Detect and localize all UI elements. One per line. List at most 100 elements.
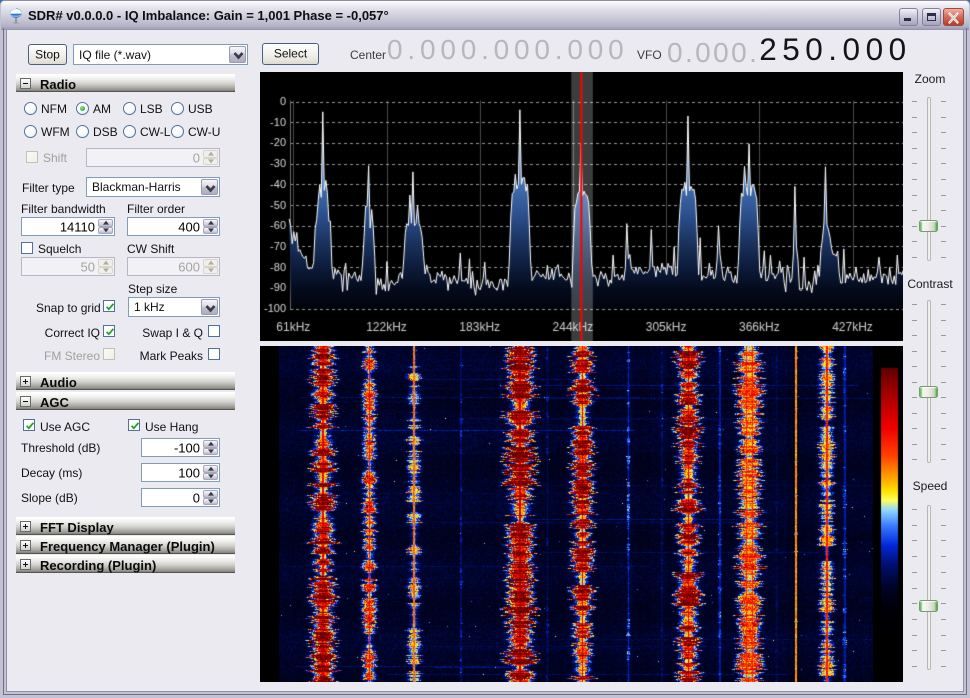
- threshold-spinner[interactable]: [203, 440, 218, 455]
- swap-iq-checkbox[interactable]: [208, 325, 220, 337]
- radio-nfm[interactable]: [24, 102, 37, 115]
- cw-shift-field[interactable]: 600: [127, 257, 220, 276]
- shift-spinner[interactable]: [203, 150, 218, 165]
- slider-tick: [912, 117, 917, 118]
- expand-icon[interactable]: [20, 559, 31, 570]
- contrast-slider-thumb[interactable]: [919, 386, 938, 398]
- squelch-field[interactable]: 50: [21, 257, 115, 276]
- spin-down-button[interactable]: [203, 157, 218, 165]
- maximize-button[interactable]: [922, 8, 941, 26]
- radio-usb[interactable]: [171, 102, 184, 115]
- spin-up-button[interactable]: [98, 219, 113, 227]
- frequency-manager-panel-header[interactable]: Frequency Manager (Plugin): [16, 536, 235, 554]
- radio-cwu[interactable]: [171, 125, 184, 138]
- use-hang-checkbox[interactable]: [128, 419, 140, 431]
- title-bar[interactable]: SDR# v0.0.0.0 - IQ Imbalance: Gain = 1,0…: [1, 1, 969, 30]
- fm-stereo-checkbox[interactable]: [103, 348, 115, 360]
- glyph: [102, 228, 109, 233]
- select-button[interactable]: Select: [262, 43, 319, 65]
- decay-spinner[interactable]: [203, 465, 218, 480]
- source-combobox-dropdown-button[interactable]: [229, 46, 246, 63]
- spin-down-button[interactable]: [98, 226, 113, 234]
- check-icon: [130, 422, 140, 430]
- snap-to-grid-checkbox[interactable]: [103, 300, 115, 312]
- radio-nfm-label: NFM: [41, 102, 67, 116]
- fft-spectrum-display[interactable]: [260, 72, 903, 341]
- radio-lsb[interactable]: [123, 102, 136, 115]
- radio-am[interactable]: [76, 102, 89, 115]
- radio-cwl[interactable]: [123, 125, 136, 138]
- slope-spinner[interactable]: [203, 490, 218, 505]
- glyph: [207, 260, 214, 265]
- close-button[interactable]: [943, 8, 964, 26]
- slope-field[interactable]: 0: [141, 488, 220, 507]
- spin-up-button[interactable]: [203, 219, 218, 227]
- speed-slider-track[interactable]: [927, 505, 931, 670]
- spin-down-button[interactable]: [203, 472, 218, 480]
- radio-panel-header[interactable]: Radio: [16, 74, 235, 92]
- slider-tick: [912, 525, 917, 526]
- use-agc-checkbox[interactable]: [23, 419, 35, 431]
- mark-peaks-checkbox[interactable]: [208, 348, 220, 360]
- glyph: [23, 83, 28, 84]
- window-border-bottom: [3, 694, 967, 695]
- expand-icon[interactable]: [20, 376, 31, 387]
- shift-checkbox[interactable]: [26, 151, 38, 163]
- spin-up-button[interactable]: [203, 259, 218, 267]
- spin-up-button[interactable]: [203, 490, 218, 498]
- vfo-frequency-display[interactable]: 0.000.250.000: [667, 33, 912, 68]
- radio-wfm[interactable]: [24, 125, 37, 138]
- filter-bandwidth-spinner[interactable]: [98, 219, 113, 234]
- spin-down-button[interactable]: [98, 266, 113, 274]
- spin-up-button[interactable]: [203, 440, 218, 448]
- slider-tick: [912, 320, 917, 321]
- filter-type-dropdown-button[interactable]: [201, 179, 218, 195]
- collapse-icon[interactable]: [20, 396, 31, 407]
- filter-order-field[interactable]: 400: [127, 217, 220, 236]
- cw-shift-spinner[interactable]: [203, 259, 218, 274]
- spin-down-button[interactable]: [203, 266, 218, 274]
- audio-panel-header[interactable]: Audio: [16, 372, 235, 390]
- expand-icon[interactable]: [20, 540, 31, 551]
- waterfall-display[interactable]: [260, 346, 903, 682]
- shift-field[interactable]: 0: [86, 148, 220, 167]
- center-frequency-display[interactable]: 0.000.000.000: [387, 36, 628, 64]
- zoom-slider-thumb[interactable]: [919, 220, 938, 232]
- source-combobox[interactable]: IQ file (*.wav): [73, 44, 248, 65]
- zoom-slider-track[interactable]: [927, 97, 931, 261]
- spin-up-button[interactable]: [203, 150, 218, 158]
- expand-icon[interactable]: [20, 521, 31, 532]
- slider-tick: [941, 366, 946, 367]
- correct-iq-checkbox[interactable]: [103, 325, 115, 337]
- spin-down-button[interactable]: [203, 447, 218, 455]
- decay-label: Decay (ms): [21, 466, 83, 480]
- close-icon: [948, 12, 959, 24]
- radio-dsb[interactable]: [76, 125, 89, 138]
- spin-down-button[interactable]: [203, 226, 218, 234]
- stop-button[interactable]: Stop: [28, 44, 67, 65]
- spin-up-button[interactable]: [98, 259, 113, 267]
- step-size-combobox[interactable]: 1 kHz: [128, 297, 220, 317]
- slider-tick: [941, 666, 946, 667]
- speed-slider-thumb[interactable]: [919, 600, 938, 612]
- fft-display-panel-header[interactable]: FFT Display: [16, 517, 235, 535]
- threshold-label: Threshold (dB): [21, 441, 101, 455]
- filter-order-spinner[interactable]: [203, 219, 218, 234]
- slider-tick: [941, 101, 946, 102]
- squelch-spinner[interactable]: [98, 259, 113, 274]
- contrast-slider-track[interactable]: [927, 300, 931, 463]
- spin-up-button[interactable]: [203, 465, 218, 473]
- spin-down-button[interactable]: [203, 497, 218, 505]
- filter-type-combobox[interactable]: Blackman-Harris: [86, 177, 220, 197]
- filter-bandwidth-field[interactable]: 14110: [21, 217, 115, 236]
- collapse-icon[interactable]: [20, 78, 31, 89]
- minimize-button[interactable]: [899, 8, 918, 26]
- threshold-field[interactable]: -100: [141, 438, 220, 457]
- select-button-label: Select: [273, 46, 308, 61]
- recording-panel-header[interactable]: Recording (Plugin): [16, 555, 235, 573]
- chevron-down-icon: [233, 52, 244, 60]
- decay-field[interactable]: 100: [141, 463, 220, 482]
- agc-panel-header[interactable]: AGC: [16, 392, 235, 410]
- squelch-checkbox[interactable]: [21, 242, 33, 254]
- step-size-dropdown-button[interactable]: [201, 299, 218, 315]
